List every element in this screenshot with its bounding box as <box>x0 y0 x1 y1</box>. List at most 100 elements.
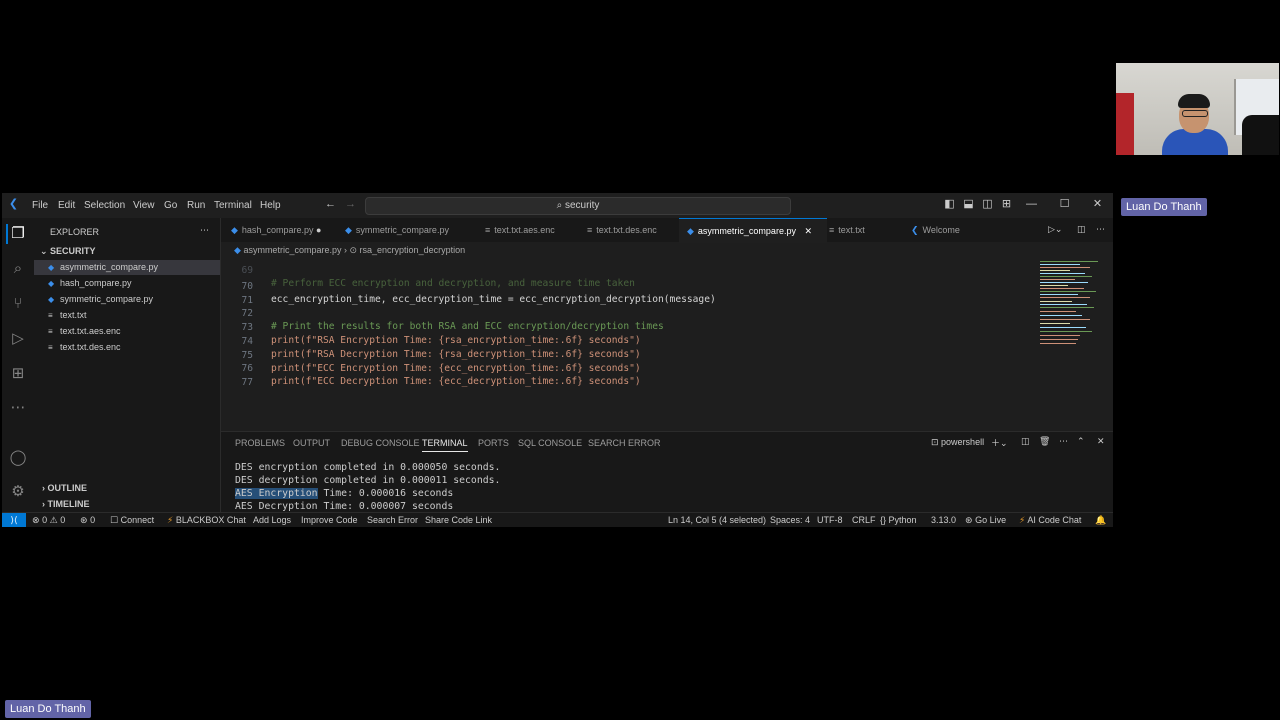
activity-bar: ❐ ⌕ ⑂ ▷ ⊞ ⋯ ◯ ⚙ <box>2 218 34 512</box>
menu-help[interactable]: Help <box>260 200 281 211</box>
panel-more-icon[interactable]: ⋯ <box>1059 436 1068 447</box>
participant-name-tag: Luan Do Thanh <box>1121 198 1207 216</box>
kill-terminal-icon[interactable]: 🗑 <box>1039 436 1050 447</box>
split-terminal-icon[interactable]: ◫ <box>1021 436 1030 447</box>
tab-sql-console[interactable]: SQL CONSOLE <box>518 438 582 448</box>
tab-text-aes[interactable]: ≡ text.txt.aes.enc <box>485 218 575 242</box>
text-file-icon: ≡ <box>829 225 835 235</box>
search-icon[interactable]: ⌕ <box>8 259 28 279</box>
close-panel-icon[interactable]: ✕ <box>1097 436 1105 447</box>
minimize-icon[interactable]: — <box>1026 199 1037 210</box>
tab-symmetric-compare[interactable]: ◆ symmetric_compare.py <box>345 218 469 242</box>
search-icon: ⌕ <box>556 200 565 211</box>
run-debug-icon[interactable]: ▷ <box>8 329 28 349</box>
ports-status[interactable]: ⊛ 0 <box>80 515 95 526</box>
settings-gear-icon[interactable]: ⚙ <box>8 482 28 502</box>
terminal-line: AES Decryption Time: 0.000007 seconds <box>235 501 454 512</box>
menu-go[interactable]: Go <box>164 200 177 211</box>
code-line-74: 74 print(f"RSA Decryption Time: {rsa_dec… <box>241 336 641 360</box>
tab-problems[interactable]: PROBLEMS <box>235 438 285 448</box>
python-version[interactable]: 3.13.0 <box>931 515 956 525</box>
tab-text-txt[interactable]: ≡ text.txt <box>829 218 889 242</box>
tab-terminal[interactable]: TERMINAL <box>422 438 468 452</box>
maximize-icon[interactable]: ☐ <box>1059 199 1070 210</box>
extensions-icon[interactable]: ⊞ <box>8 364 28 384</box>
folder-security[interactable]: ⌄ SECURITY <box>40 246 96 257</box>
tab-output[interactable]: OUTPUT <box>293 438 330 448</box>
terminal-shell-selector[interactable]: ⊡ powershell <box>931 437 984 448</box>
warning-icon: ⚠ <box>49 515 58 525</box>
editor-more-icon[interactable]: ⋯ <box>1096 224 1105 235</box>
share-code-link[interactable]: Share Code Link <box>425 515 492 525</box>
menu-edit[interactable]: Edit <box>58 200 75 211</box>
close-window-icon[interactable]: ✕ <box>1092 199 1103 210</box>
run-file-icon[interactable]: ▷⌄ <box>1048 224 1062 235</box>
file-item-asymmetric[interactable]: ◆ asymmetric_compare.py <box>34 260 220 275</box>
toggle-panel-icon[interactable]: ⬓ <box>963 199 974 210</box>
terminal-icon: ⊡ <box>931 437 942 447</box>
notifications-bell-icon[interactable]: 🔔 <box>1095 515 1106 526</box>
explorer-icon[interactable]: ❐ <box>6 224 28 244</box>
customize-layout-icon[interactable]: ⊞ <box>1001 199 1012 210</box>
menu-view[interactable]: View <box>133 200 155 211</box>
code-line-75: 75 print(f"ECC Encryption Time: {ecc_enc… <box>241 350 641 374</box>
menu-file[interactable]: File <box>32 200 48 211</box>
tab-hash-compare[interactable]: ◆ hash_compare.py ● <box>231 218 339 242</box>
ai-code-chat[interactable]: ⚡ AI Code Chat <box>1019 515 1081 526</box>
new-terminal-icon[interactable]: ＋⌄ <box>991 436 1008 449</box>
participant-video <box>1116 63 1279 155</box>
file-item-text-des[interactable]: ≡ text.txt.des.enc <box>34 340 220 355</box>
tab-debug-console[interactable]: DEBUG CONSOLE <box>341 438 420 448</box>
blackbox-icon: ⚡ <box>167 515 174 525</box>
title-bar: ❮ File Edit Selection View Go Run Termin… <box>2 193 1113 218</box>
toggle-secondary-sidebar-icon[interactable]: ◫ <box>982 199 993 210</box>
line-ending[interactable]: CRLF <box>852 515 876 525</box>
split-editor-icon[interactable]: ◫ <box>1077 224 1086 235</box>
tab-asymmetric-compare[interactable]: ◆ asymmetric_compare.py ✕ <box>679 218 827 243</box>
code-editor[interactable]: 69 # Perform ECC encryption and decrypti… <box>221 255 1113 425</box>
back-arrow-icon[interactable]: ← <box>325 199 336 210</box>
problems-status[interactable]: ⊗ 0 ⚠ 0 <box>32 515 65 526</box>
go-live[interactable]: ⊛ Go Live <box>965 515 1006 526</box>
close-tab-icon[interactable]: ✕ <box>804 226 812 236</box>
terminal-selection: AES Encryption <box>235 488 318 499</box>
file-item-hash[interactable]: ◆ hash_compare.py <box>34 276 220 291</box>
outline-section[interactable]: › OUTLINE <box>42 483 87 493</box>
more-icon[interactable]: ⋯ <box>8 398 28 418</box>
source-control-icon[interactable]: ⑂ <box>8 294 28 314</box>
indentation[interactable]: Spaces: 4 <box>770 515 810 525</box>
menu-run[interactable]: Run <box>187 200 205 211</box>
tab-ports[interactable]: PORTS <box>478 438 509 448</box>
timeline-section[interactable]: › TIMELINE <box>42 499 90 509</box>
file-item-text[interactable]: ≡ text.txt <box>34 308 220 323</box>
forward-arrow-icon[interactable]: → <box>345 199 356 210</box>
minimap[interactable] <box>1040 261 1102 349</box>
text-file-icon: ≡ <box>48 311 53 320</box>
python-icon: ◆ <box>48 279 55 288</box>
maximize-panel-icon[interactable]: ⌃ <box>1077 436 1085 447</box>
search-error-status[interactable]: Search Error <box>367 515 418 525</box>
code-line-70: 70 ecc_encryption_time, ecc_decryption_t… <box>241 281 716 305</box>
cursor-position[interactable]: Ln 14, Col 5 (4 selected) <box>668 515 766 525</box>
tab-search-error[interactable]: SEARCH ERROR <box>588 438 661 448</box>
menu-selection[interactable]: Selection <box>84 200 125 211</box>
file-item-text-aes[interactable]: ≡ text.txt.aes.enc <box>34 324 220 339</box>
tab-text-des[interactable]: ≡ text.txt.des.enc <box>587 218 679 242</box>
file-item-symmetric[interactable]: ◆ symmetric_compare.py <box>34 292 220 307</box>
menu-terminal[interactable]: Terminal <box>214 200 252 211</box>
code-line-76: 76 print(f"ECC Decryption Time: {ecc_dec… <box>241 363 641 387</box>
blackbox-chat[interactable]: ⚡ BLACKBOX Chat <box>167 515 246 526</box>
broadcast-icon: ⊛ <box>965 515 973 525</box>
encoding[interactable]: UTF-8 <box>817 515 843 525</box>
add-logs[interactable]: Add Logs <box>253 515 291 525</box>
connect-status[interactable]: ☐ Connect <box>110 515 154 526</box>
toggle-sidebar-icon[interactable]: ◧ <box>944 199 955 210</box>
improve-code[interactable]: Improve Code <box>301 515 358 525</box>
tab-welcome[interactable]: ❮ Welcome <box>911 218 981 242</box>
language-mode[interactable]: {} Python <box>880 515 917 525</box>
explorer-more-icon[interactable]: ⋯ <box>200 225 209 236</box>
remote-indicator-icon[interactable]: ⟩⟨ <box>2 513 26 527</box>
command-center-search[interactable]: ⌕ security <box>365 197 791 215</box>
account-icon[interactable]: ◯ <box>8 448 28 468</box>
python-icon: ◆ <box>231 225 238 235</box>
